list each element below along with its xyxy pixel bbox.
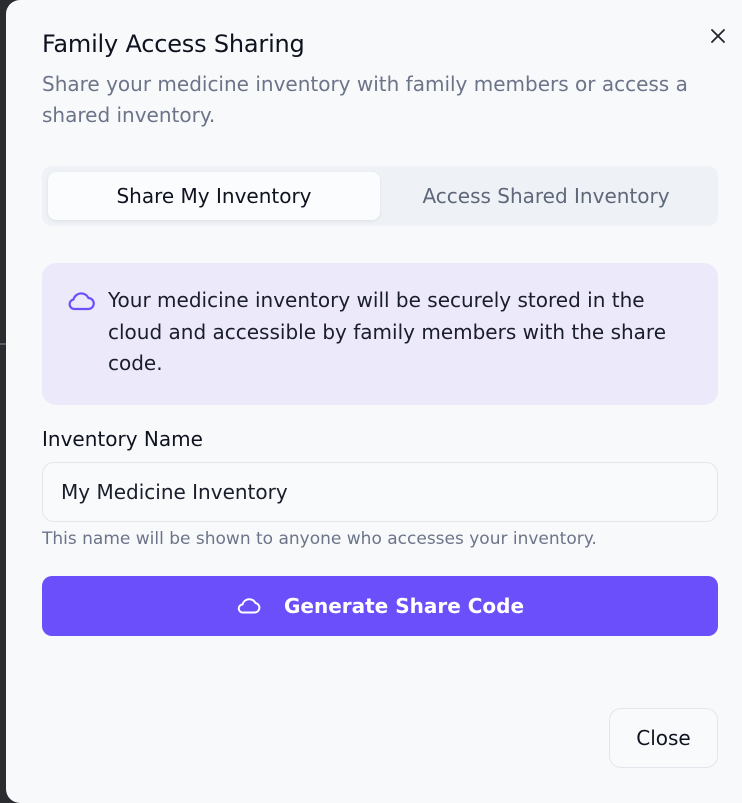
family-access-dialog: Family Access Sharing Share your medicin… [6,0,742,803]
cloud-icon [237,598,261,614]
sharing-tabs: Share My Inventory Access Shared Invento… [42,166,718,226]
cloud-info-text: Your medicine inventory will be securely… [108,288,667,375]
dialog-title: Family Access Sharing [42,30,305,58]
close-button[interactable]: Close [609,708,718,768]
close-icon [711,29,725,43]
inventory-name-label: Inventory Name [42,427,203,451]
generate-share-code-label: Generate Share Code [283,594,525,618]
inventory-name-input[interactable] [42,462,718,522]
dialog-subtitle: Share your medicine inventory with famil… [42,72,688,127]
cloud-info-notice: Your medicine inventory will be securely… [42,263,718,405]
tab-access-shared-inventory[interactable]: Access Shared Inventory [380,172,712,220]
generate-share-code-button[interactable]: Generate Share Code [42,576,718,636]
cloud-icon [68,292,95,311]
inventory-name-hint: This name will be shown to anyone who ac… [42,529,597,549]
close-dialog-button[interactable] [706,24,730,48]
tab-share-my-inventory[interactable]: Share My Inventory [48,172,380,220]
